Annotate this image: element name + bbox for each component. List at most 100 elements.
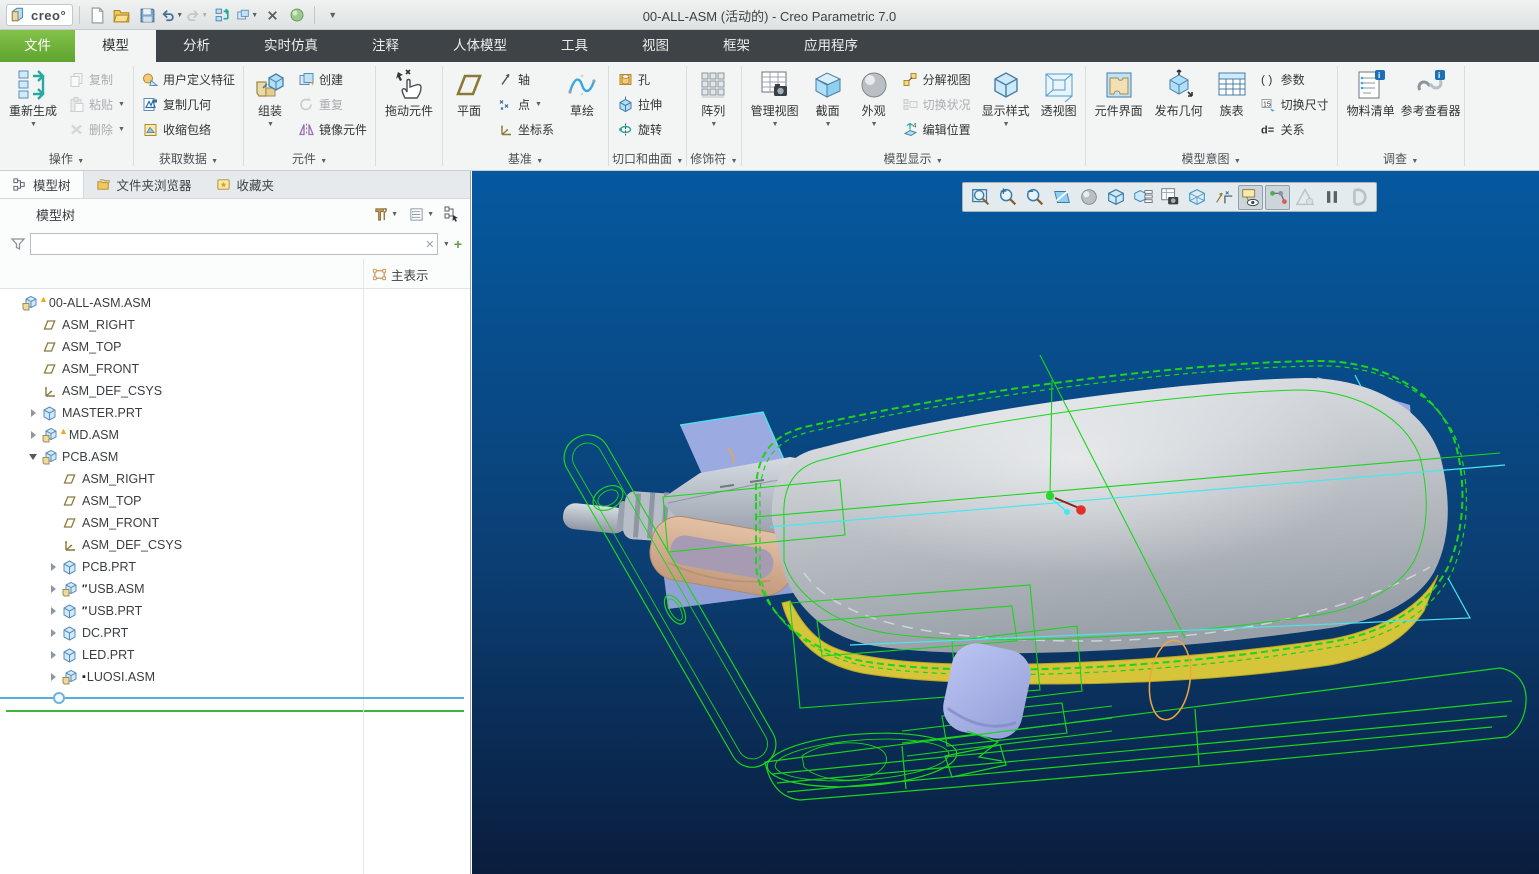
tab-favorites[interactable]: 收藏夹 — [204, 171, 287, 198]
appearance-button[interactable]: 外观▼ — [851, 65, 897, 151]
expand-arrow[interactable] — [46, 651, 60, 659]
publish-geometry-button[interactable]: 发布几何 — [1149, 65, 1209, 151]
add-filter-button[interactable]: + — [454, 236, 462, 252]
tab-tools[interactable]: 工具 — [534, 30, 615, 62]
drag-components-button[interactable]: 拖动元件 — [379, 65, 439, 151]
extrude-button[interactable]: 拉伸 — [615, 94, 664, 114]
group-label-cut-surface[interactable]: 切口和曲面 ▼ — [612, 151, 683, 170]
resume-button[interactable] — [1346, 185, 1371, 210]
component-interface-button[interactable]: 元件界面 — [1089, 65, 1149, 151]
mirror-component-button[interactable]: 镜像元件 — [296, 119, 369, 139]
shading-button[interactable] — [1076, 185, 1101, 210]
datum-csys-button[interactable]: 坐标系 — [495, 119, 556, 139]
zoom-fit-button[interactable] — [968, 185, 993, 210]
filter-dropdown[interactable]: ▼ — [443, 241, 450, 248]
zoom-out-button[interactable]: − — [1022, 185, 1047, 210]
geometry-warning-button[interactable] — [1292, 185, 1317, 210]
tree-row[interactable]: PCB.PRT — [0, 556, 470, 578]
sketch-button[interactable]: 草绘 — [559, 65, 605, 151]
new-file-button[interactable] — [86, 4, 108, 26]
tree-row[interactable]: ASM_DEF_CSYS — [0, 534, 470, 556]
expand-arrow[interactable] — [46, 629, 60, 637]
tree-row[interactable]: ASM_RIGHT — [0, 314, 470, 336]
view-manager-button[interactable] — [1157, 185, 1182, 210]
tab-model-tree[interactable]: 模型树 — [0, 171, 84, 198]
revolve-button[interactable]: 旋转 — [615, 119, 664, 139]
exploded-view-button[interactable]: 分解视图 — [900, 69, 973, 89]
perspective-button[interactable]: 透视图 — [1036, 65, 1082, 151]
tree-row[interactable]: PCB.ASM — [0, 446, 470, 468]
display-style-button[interactable]: 显示样式▼ — [976, 65, 1036, 151]
tree-row[interactable]: ASM_TOP — [0, 490, 470, 512]
tab-applications[interactable]: 应用程序 — [777, 30, 885, 62]
window-switch-button[interactable]: ▼ — [236, 4, 258, 26]
manage-views-button[interactable]: 管理视图▼ — [745, 65, 805, 151]
expand-arrow[interactable] — [46, 563, 60, 571]
pattern-button[interactable]: 阵列▼ — [690, 65, 736, 151]
annotation-display-button[interactable] — [1238, 185, 1263, 210]
expand-arrow[interactable] — [26, 409, 40, 417]
close-window-button[interactable] — [261, 4, 283, 26]
tab-folder-browser[interactable]: 文件夹浏览器 — [84, 171, 204, 198]
column-header-main-representation[interactable]: 主表示 — [372, 265, 429, 284]
tree-tools-button[interactable] — [370, 205, 390, 223]
tree-row[interactable]: ″USB.ASM — [0, 578, 470, 600]
tab-live-simulation[interactable]: 实时仿真 — [237, 30, 345, 62]
copy-button[interactable]: 复制 — [66, 69, 127, 89]
tree-row[interactable]: DC.PRT — [0, 622, 470, 644]
tree-display-options-button[interactable] — [406, 205, 426, 223]
datum-axis-button[interactable]: 轴 — [495, 69, 556, 89]
datum-plane-button[interactable]: 平面 — [446, 65, 492, 151]
tree-row-root[interactable]: ▲00-ALL-ASM.ASM — [0, 292, 470, 314]
redo-button[interactable]: ▼ — [186, 4, 208, 26]
tab-manikin[interactable]: 人体模型 — [426, 30, 534, 62]
collapse-arrow[interactable] — [26, 454, 40, 460]
tree-column-settings-button[interactable] — [442, 205, 462, 223]
expand-arrow[interactable] — [26, 431, 40, 439]
copy-geometry-button[interactable]: 复制几何 — [140, 94, 237, 114]
datum-point-button[interactable]: 点▼ — [495, 94, 556, 114]
group-label-model-display[interactable]: 模型显示 ▼ — [745, 151, 1082, 170]
tree-row[interactable]: ASM_DEF_CSYS — [0, 380, 470, 402]
model-canvas[interactable] — [472, 171, 1539, 874]
tab-framework[interactable]: 框架 — [696, 30, 777, 62]
spin-center-button[interactable] — [1265, 185, 1290, 210]
edit-position-button[interactable]: 编辑位置 — [900, 119, 973, 139]
save-button[interactable] — [136, 4, 158, 26]
bom-button[interactable]: 物料清单 — [1341, 65, 1401, 151]
hole-button[interactable]: 孔 — [615, 69, 664, 89]
filter-funnel-icon[interactable] — [10, 236, 26, 252]
tab-annotate[interactable]: 注释 — [345, 30, 426, 62]
open-file-button[interactable] — [111, 4, 133, 26]
relations-button[interactable]: 关系 — [1258, 119, 1331, 139]
graphics-area[interactable]: + − — [472, 171, 1539, 874]
insert-here-indicator[interactable] — [0, 692, 470, 704]
tab-view[interactable]: 视图 — [615, 30, 696, 62]
tree-row[interactable]: ▲MD.ASM — [0, 424, 470, 446]
group-label-modifiers[interactable]: 修饰符 ▼ — [690, 151, 737, 170]
group-label-component[interactable]: 元件 ▼ — [247, 151, 372, 170]
repaint-button[interactable] — [1049, 185, 1074, 210]
delete-button[interactable]: 删除▼ — [66, 119, 127, 139]
saved-orientations-button[interactable] — [1130, 185, 1155, 210]
tree-row[interactable]: ▪LUOSI.ASM — [0, 666, 470, 688]
create-component-button[interactable]: 创建 — [296, 69, 369, 89]
paste-button[interactable]: 粘贴▼ — [66, 94, 127, 114]
tree-row[interactable]: MASTER.PRT — [0, 402, 470, 424]
tree-row[interactable]: ASM_FRONT — [0, 358, 470, 380]
repeat-button[interactable]: 重复 — [296, 94, 369, 114]
parameters-button[interactable]: 参数 — [1258, 69, 1331, 89]
insert-here-handle[interactable] — [53, 692, 65, 704]
tab-model[interactable]: 模型 — [75, 30, 156, 62]
zoom-in-button[interactable]: + — [995, 185, 1020, 210]
tree-row[interactable]: LED.PRT — [0, 644, 470, 666]
tree-row[interactable]: ″USB.PRT — [0, 600, 470, 622]
regenerate-button[interactable]: 重新生成▼ — [3, 65, 63, 151]
tab-analysis[interactable]: 分析 — [156, 30, 237, 62]
perspective-toggle-button[interactable] — [1184, 185, 1209, 210]
group-label-investigate[interactable]: 调查 ▼ — [1341, 151, 1461, 170]
datum-display-filters-button[interactable] — [1211, 185, 1236, 210]
shrinkwrap-button[interactable]: 收缩包络 — [140, 119, 237, 139]
tree-row[interactable]: ASM_RIGHT — [0, 468, 470, 490]
regenerate-quick-button[interactable] — [211, 4, 233, 26]
